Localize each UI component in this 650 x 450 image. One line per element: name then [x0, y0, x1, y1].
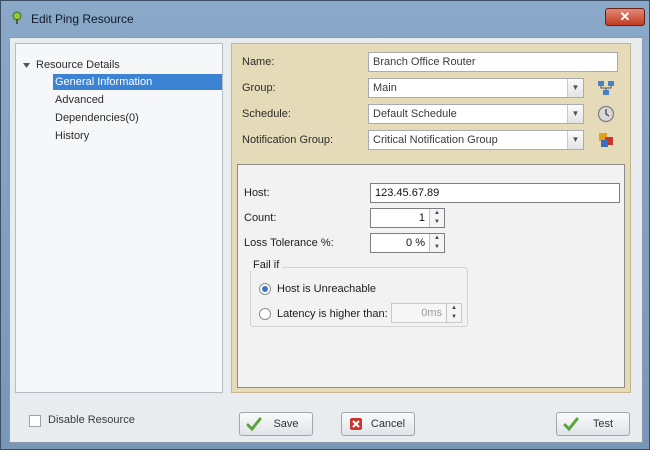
spin-down-icon[interactable]: ▼	[430, 243, 444, 252]
resource-details-tree: Resource Details General Information Adv…	[15, 43, 223, 393]
group-select-value: Main	[373, 82, 397, 94]
latency-higher-radio[interactable]	[259, 308, 271, 320]
group-label: Group:	[242, 82, 276, 94]
edit-ping-resource-window: Edit Ping Resource ✕ Resource Details Ge…	[0, 0, 650, 450]
tree-root-resource-details[interactable]: Resource Details	[36, 57, 120, 73]
group-select[interactable]: Main ▼	[368, 78, 584, 98]
fail-if-groupbox: Host is Unreachable Latency is higher th…	[250, 267, 468, 327]
loss-tolerance-value: 0 %	[406, 237, 425, 249]
count-spin-buttons[interactable]: ▲ ▼	[429, 209, 444, 227]
save-label: Save	[273, 418, 299, 430]
schedule-label: Schedule:	[242, 108, 291, 120]
schedule-select-value: Default Schedule	[373, 108, 457, 120]
loss-tolerance-stepper[interactable]: 0 % ▲ ▼	[370, 233, 445, 253]
count-label: Count:	[244, 212, 277, 224]
ping-resource-icon	[12, 11, 22, 24]
notification-group-label: Notification Group:	[242, 134, 334, 146]
spin-down-icon[interactable]: ▼	[447, 313, 461, 322]
notification-group-icon[interactable]	[596, 130, 616, 150]
latency-value: 0ms	[421, 307, 442, 319]
general-information-panel: Name: Branch Office Router Group: Main ▼…	[231, 43, 631, 393]
latency-higher-label[interactable]: Latency is higher than:	[277, 307, 388, 321]
spin-up-icon[interactable]: ▲	[447, 304, 461, 313]
tree-item-advanced[interactable]: Advanced	[55, 92, 104, 108]
name-field[interactable]: Branch Office Router	[368, 52, 618, 72]
latency-stepper[interactable]: 0ms ▲ ▼	[391, 303, 462, 323]
disable-resource-checkbox[interactable]	[29, 415, 41, 427]
spin-up-icon[interactable]: ▲	[430, 234, 444, 243]
test-button[interactable]: Test	[556, 412, 630, 436]
title-bar[interactable]: Edit Ping Resource ✕	[1, 1, 649, 37]
schedule-select[interactable]: Default Schedule ▼	[368, 104, 584, 124]
ping-settings-panel: Host: 123.45.67.89 Count: 1 ▲ ▼ Loss Tole…	[237, 164, 625, 388]
group-tree-icon[interactable]	[596, 78, 616, 98]
chevron-down-icon[interactable]: ▼	[567, 105, 583, 123]
host-unreachable-label[interactable]: Host is Unreachable	[277, 282, 376, 296]
disable-resource-label[interactable]: Disable Resource	[48, 414, 135, 426]
tree-item-general-information[interactable]: General Information	[53, 74, 222, 90]
cancel-icon	[350, 418, 362, 430]
fail-if-title: Fail if	[250, 259, 283, 271]
close-button[interactable]: ✕	[605, 8, 645, 26]
test-label: Test	[592, 418, 614, 430]
schedule-clock-icon[interactable]	[596, 104, 616, 124]
count-stepper[interactable]: 1 ▲ ▼	[370, 208, 445, 228]
collapse-arrow-icon[interactable]	[22, 61, 31, 70]
spin-up-icon[interactable]: ▲	[430, 209, 444, 218]
check-icon	[246, 417, 262, 432]
window-title: Edit Ping Resource	[31, 12, 134, 26]
host-unreachable-radio[interactable]	[259, 283, 271, 295]
notification-group-select[interactable]: Critical Notification Group ▼	[368, 130, 584, 150]
loss-spin-buttons[interactable]: ▲ ▼	[429, 234, 444, 252]
count-value: 1	[418, 212, 425, 224]
save-button[interactable]: Save	[239, 412, 313, 436]
check-icon	[563, 417, 579, 432]
tree-item-dependencies[interactable]: Dependencies(0)	[55, 110, 139, 126]
notification-group-select-value: Critical Notification Group	[373, 134, 498, 146]
chevron-down-icon[interactable]: ▼	[567, 79, 583, 97]
host-input[interactable]: 123.45.67.89	[370, 183, 620, 203]
latency-spin-buttons[interactable]: ▲ ▼	[446, 304, 461, 322]
loss-tolerance-label: Loss Tolerance %:	[244, 237, 334, 249]
cancel-label: Cancel	[370, 418, 406, 430]
host-label: Host:	[244, 187, 270, 199]
chevron-down-icon[interactable]: ▼	[567, 131, 583, 149]
spin-down-icon[interactable]: ▼	[430, 218, 444, 227]
cancel-button[interactable]: Cancel	[341, 412, 415, 436]
dialog-client-area: Resource Details General Information Adv…	[9, 37, 643, 443]
tree-item-history[interactable]: History	[55, 128, 89, 144]
name-label: Name:	[242, 56, 275, 68]
